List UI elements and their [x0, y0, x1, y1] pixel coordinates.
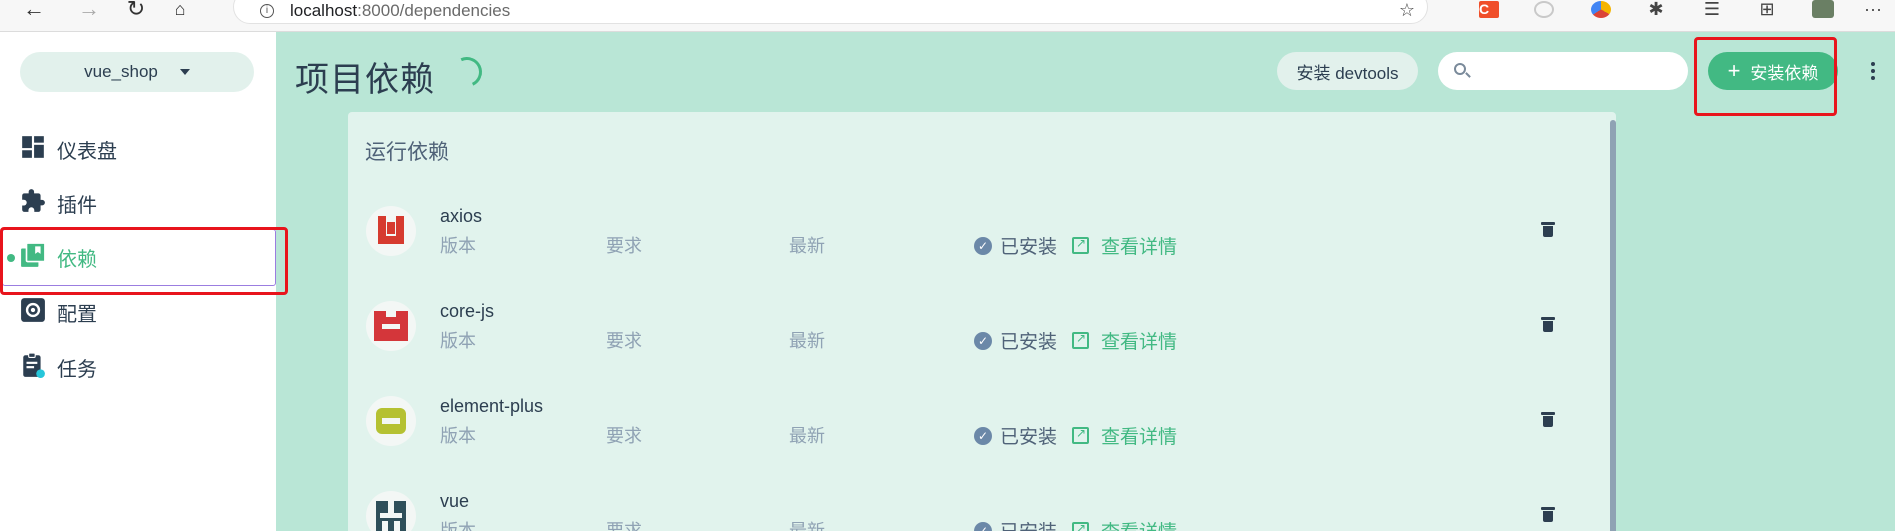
extensions-puzzle-icon[interactable]: ✱ [1645, 0, 1667, 19]
installed-status: ✓ 已安装 [974, 327, 1057, 354]
installed-status: ✓ 已安装 [974, 422, 1057, 449]
extension-wheel-icon[interactable] [1533, 0, 1555, 18]
installed-label: 已安装 [1000, 517, 1057, 531]
latest-label: 最新 [789, 236, 825, 256]
dependency-row: axios 版本 要求 最新 ✓ 已安装 查看详情 [348, 192, 1616, 272]
installed-label: 已安装 [1000, 332, 1058, 353]
view-details-link[interactable]: 查看详情 [1072, 422, 1177, 449]
installed-label: 已安装 [1000, 427, 1058, 448]
profile-avatar[interactable] [1812, 0, 1834, 18]
dependency-name: element-plus [440, 396, 544, 416]
view-details-label: 查看详情 [1101, 427, 1178, 448]
dependency-row: element-plus 版本 要求 最新 ✓ 已安装 查看详情 [348, 382, 1616, 462]
caret-down-icon [179, 69, 190, 75]
highlight-box-sidebar [0, 227, 288, 295]
delete-icon[interactable] [1541, 412, 1555, 427]
search-field[interactable] [1438, 52, 1688, 90]
sidebar-item-plugins[interactable]: 插件 [0, 178, 276, 222]
url-host: localhost [290, 1, 358, 20]
favorites-list-icon[interactable]: ☰ [1701, 0, 1723, 19]
installed-label: 已安装 [1000, 237, 1058, 258]
latest-label: 最新 [789, 426, 825, 446]
version-label: 版本 [440, 521, 476, 531]
view-details-label: 查看详情 [1101, 237, 1178, 258]
home-icon[interactable]: ⌂ [164, 0, 196, 18]
dependency-row: vue 版本 要求 最新 ✓ 已安装 查看详情 [348, 477, 1616, 531]
version-label: 版本 [440, 236, 476, 256]
version-label: 版本 [440, 331, 476, 351]
required-label: 要求 [606, 236, 642, 256]
latest-label: 最新 [789, 331, 825, 351]
external-link-icon [1072, 521, 1089, 531]
project-name: vue_shop [84, 62, 158, 81]
dependency-logo [366, 491, 416, 531]
browser-menu-icon[interactable]: ··· [1862, 0, 1884, 19]
search-input[interactable] [1478, 52, 1678, 90]
dependency-name: core-js [440, 301, 495, 321]
dependency-row: core-js 版本 要求 最新 ✓ 已安装 查看详情 [348, 287, 1616, 367]
main-content: 项目依赖 安装 devtools + 安装依赖 运行依赖 axios 版本 要求… [276, 32, 1895, 531]
section-title: 运行依赖 [365, 141, 449, 164]
puzzle-icon [22, 189, 45, 212]
sidebar-item-dashboard[interactable]: 仪表盘 [0, 124, 276, 168]
view-details-link[interactable]: 查看详情 [1072, 517, 1177, 531]
search-icon [1454, 63, 1466, 75]
install-devtools-button[interactable]: 安装 devtools [1277, 52, 1418, 90]
check-circle-icon: ✓ [974, 331, 992, 350]
view-details-label: 查看详情 [1101, 332, 1178, 353]
more-options-icon[interactable] [1871, 62, 1875, 80]
external-link-icon [1072, 331, 1089, 349]
view-details-link[interactable]: 查看详情 [1072, 232, 1177, 259]
reload-icon[interactable]: ↻ [120, 0, 152, 20]
sidebar-item-label: 任务 [57, 359, 97, 381]
delete-icon[interactable] [1541, 317, 1555, 332]
tasks-icon [23, 352, 45, 378]
check-circle-icon: ✓ [974, 521, 992, 531]
installed-status: ✓ 已安装 [974, 517, 1057, 531]
external-link-icon [1072, 426, 1089, 444]
collections-icon[interactable]: ⊞ [1756, 0, 1778, 19]
extension-c-icon[interactable]: C [1478, 0, 1500, 18]
info-icon[interactable]: i [260, 4, 274, 18]
settings-icon [21, 298, 45, 322]
sidebar-item-tasks[interactable]: 任务 [0, 342, 276, 386]
view-details-label: 查看详情 [1101, 517, 1177, 531]
sidebar-item-label: 仪表盘 [57, 141, 117, 163]
sidebar-item-label: 配置 [57, 304, 97, 326]
favorite-add-icon[interactable]: ☆ [1399, 0, 1415, 21]
required-label: 要求 [606, 426, 642, 446]
dependency-name: vue [440, 491, 470, 511]
delete-icon[interactable] [1541, 507, 1555, 522]
url-text[interactable]: localhost:8000/dependencies [290, 1, 510, 21]
dependency-logo [366, 206, 416, 256]
latest-label: 最新 [789, 521, 825, 531]
address-bar[interactable]: i localhost:8000/dependencies ☆ [233, 0, 1428, 24]
dashboard-icon [22, 136, 44, 158]
highlight-box-install-button [1694, 37, 1837, 116]
version-label: 版本 [440, 426, 476, 446]
page-title: 项目依赖 [295, 61, 435, 99]
external-link-icon [1072, 236, 1089, 254]
installed-status: ✓ 已安装 [974, 232, 1057, 259]
required-label: 要求 [606, 521, 642, 531]
dependency-name: axios [440, 206, 483, 226]
delete-icon[interactable] [1541, 222, 1555, 237]
back-icon[interactable]: ← [18, 0, 50, 20]
project-selector[interactable]: vue_shop [20, 52, 254, 92]
dependency-logo [366, 396, 416, 446]
install-devtools-label: 安装 devtools [1296, 63, 1399, 83]
extension-colorful-icon[interactable] [1590, 0, 1612, 18]
url-path: :8000/dependencies [357, 1, 511, 20]
check-circle-icon: ✓ [974, 236, 992, 255]
view-details-link[interactable]: 查看详情 [1072, 327, 1177, 354]
required-label: 要求 [606, 331, 642, 351]
dependencies-panel: 运行依赖 axios 版本 要求 最新 ✓ 已安装 查看详情 core-js 版本… [348, 112, 1616, 531]
loading-spinner-icon [447, 52, 487, 92]
sidebar-item-label: 插件 [57, 195, 97, 217]
browser-toolbar: ← → ↻ ⌂ i localhost:8000/dependencies ☆ … [0, 0, 1895, 32]
dependency-logo [366, 301, 416, 351]
forward-icon[interactable]: → [73, 0, 105, 20]
check-circle-icon: ✓ [974, 426, 992, 445]
